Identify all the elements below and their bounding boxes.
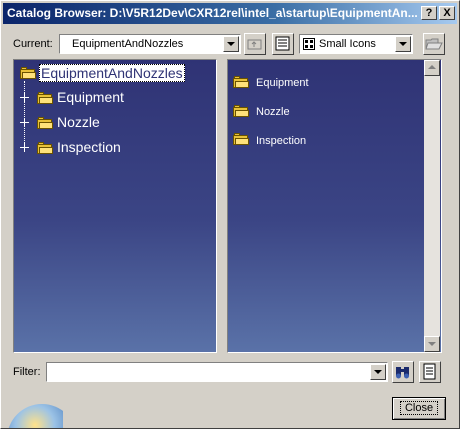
folder-icon [233, 105, 249, 117]
chevron-down-icon[interactable] [223, 36, 239, 52]
scroll-up-button[interactable] [424, 60, 440, 76]
help-button[interactable]: ? [421, 6, 437, 20]
binoculars-icon [396, 367, 409, 379]
list-view-button[interactable] [272, 33, 294, 55]
folder-icon [233, 76, 249, 88]
list-item-inspection[interactable]: Inspection [256, 135, 306, 147]
small-icons-icon [303, 38, 315, 50]
filter-options-icon [423, 363, 436, 380]
list-item-equipment[interactable]: Equipment [256, 77, 309, 89]
vertical-scrollbar[interactable] [424, 60, 440, 352]
close-window-button[interactable]: X [439, 6, 455, 20]
folder-icon [233, 133, 249, 145]
current-catalog-value: EquipmentAndNozzles [72, 38, 184, 50]
filter-input[interactable] [46, 362, 388, 382]
folder-icon [37, 92, 53, 104]
expand-icon[interactable] [20, 118, 29, 127]
open-folder-icon [425, 38, 443, 50]
filter-options-button[interactable] [419, 361, 441, 383]
list-item-nozzle[interactable]: Nozzle [256, 106, 290, 118]
close-button-label: Close [399, 401, 439, 415]
folder-icon [37, 142, 53, 154]
view-mode-value: Small Icons [319, 38, 376, 50]
up-folder-icon [247, 39, 262, 50]
up-folder-button[interactable] [244, 33, 266, 55]
folder-icon [20, 67, 36, 79]
folder-icon [37, 117, 53, 129]
tree-item-equipment[interactable]: Equipment [57, 89, 124, 105]
view-mode-select[interactable]: Small Icons [299, 34, 413, 54]
chevron-down-icon[interactable] [370, 364, 386, 380]
tree-item-root[interactable]: EquipmentAndNozzles [39, 64, 185, 82]
expand-icon[interactable] [20, 93, 29, 102]
search-button[interactable] [392, 361, 414, 383]
chevron-down-icon[interactable] [395, 36, 411, 52]
catalog-tree-panel[interactable]: EquipmentAndNozzles Equipment Nozzle Ins… [13, 59, 217, 353]
filter-label: Filter: [13, 366, 41, 378]
tree-item-nozzle[interactable]: Nozzle [57, 114, 100, 130]
catalog-browser-window: Catalog Browser: D:\V5R12Dev\CXR12rel\in… [0, 0, 460, 429]
tree-connector-line [24, 81, 25, 151]
current-label: Current: [13, 38, 53, 50]
title-bar[interactable]: Catalog Browser: D:\V5R12Dev\CXR12rel\in… [3, 3, 457, 24]
view-details-icon [275, 36, 290, 51]
expand-icon[interactable] [20, 143, 29, 152]
scroll-down-button[interactable] [424, 336, 440, 352]
browse-button[interactable] [423, 33, 445, 55]
window-title: Catalog Browser: D:\V5R12Dev\CXR12rel\in… [7, 6, 417, 20]
catalog-contents-panel[interactable]: Equipment Nozzle Inspection [227, 59, 442, 353]
close-button[interactable]: Close [392, 397, 446, 420]
tree-item-inspection[interactable]: Inspection [57, 139, 121, 155]
catia-logo-globe [3, 396, 63, 428]
current-catalog-select[interactable]: EquipmentAndNozzles [59, 34, 241, 54]
